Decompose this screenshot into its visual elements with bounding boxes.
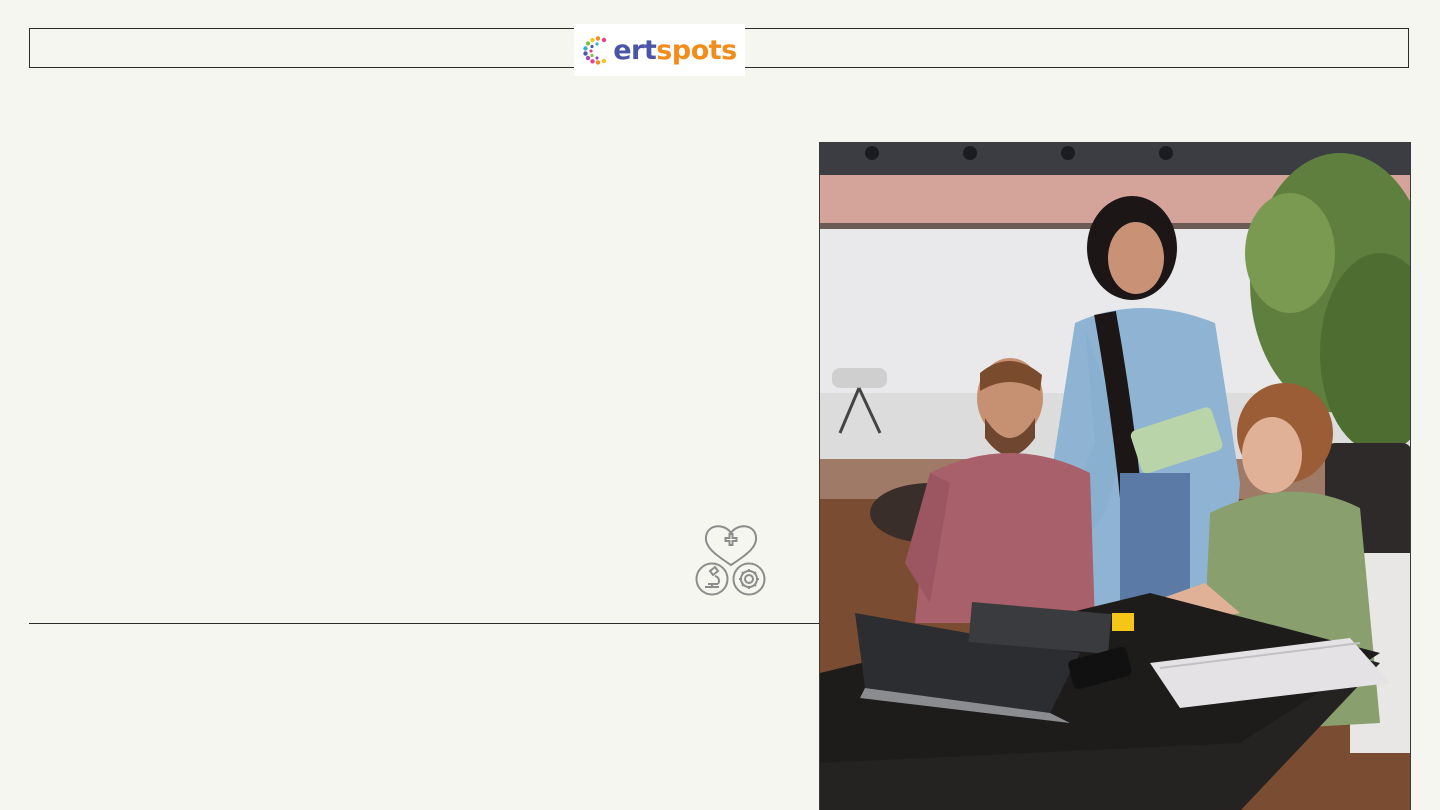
heart-microscope-gear-icon — [695, 525, 766, 596]
heart-plus-icon — [704, 525, 758, 567]
logo-text-spots: spots — [656, 34, 737, 66]
section-divider — [29, 623, 819, 624]
logo-text-ert: ert — [613, 34, 657, 66]
certspots-logo[interactable]: ert spots — [574, 24, 745, 76]
microscope-icon — [695, 562, 729, 596]
certspots-c-dots-icon — [583, 36, 607, 65]
logo-inner: ert spots — [582, 34, 737, 66]
gear-icon — [732, 562, 766, 596]
team-meeting-photo — [819, 142, 1411, 810]
logo-wordmark: ert spots — [613, 34, 737, 66]
